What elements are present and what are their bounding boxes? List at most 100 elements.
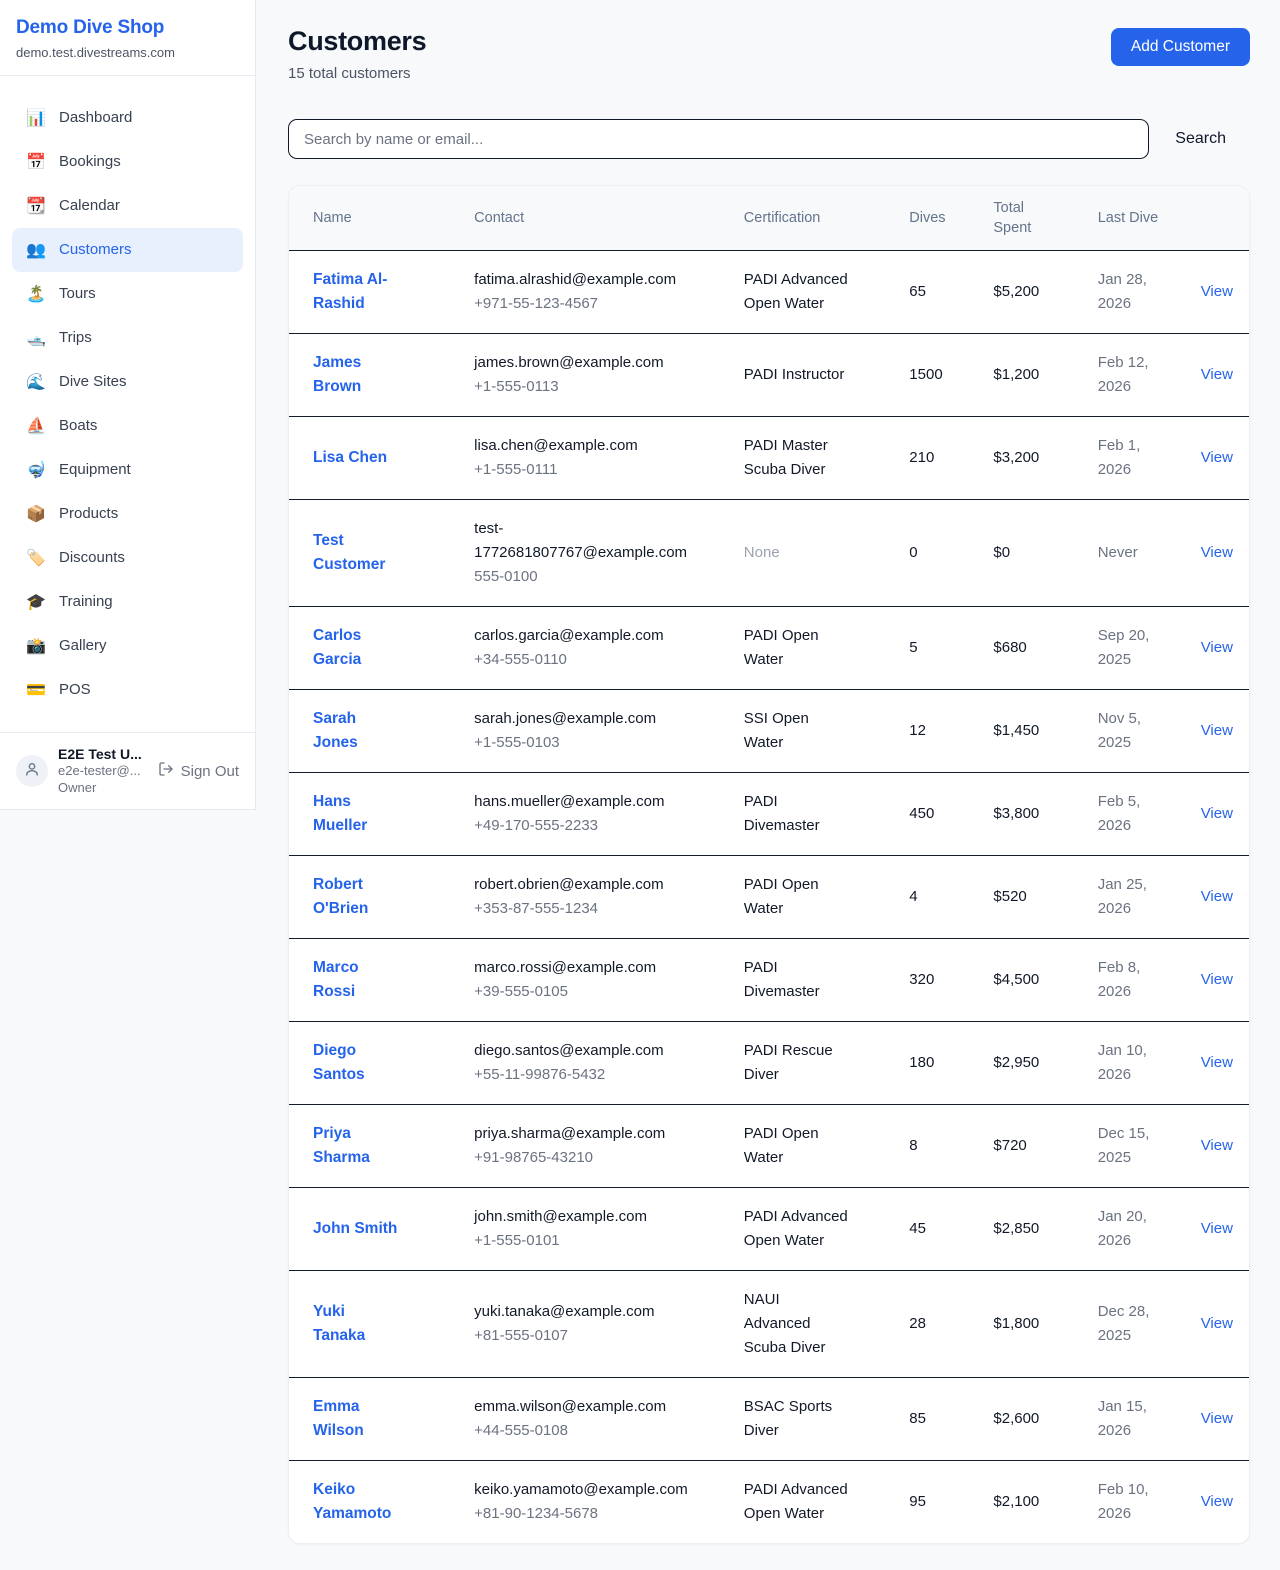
customer-certification: None <box>728 500 894 607</box>
table-row: Lisa Chen lisa.chen@example.com +1-555-0… <box>289 417 1249 500</box>
sidebar-nav: 📊 Dashboard 📅 Bookings 📆 Calendar 👥 Cust… <box>0 76 255 722</box>
customer-dives: 320 <box>893 939 977 1022</box>
user-name: E2E Test U... <box>58 746 148 762</box>
customer-phone: +1-555-0111 <box>474 458 688 482</box>
customer-last-dive: Jan 15, 2026 <box>1082 1378 1185 1461</box>
customer-certification: PADI Instructor <box>728 334 894 417</box>
sidebar-item-dive-sites[interactable]: 🌊 Dive Sites <box>12 360 243 404</box>
customer-total-spent: $2,950 <box>977 1022 1081 1105</box>
customer-last-dive: Feb 12, 2026 <box>1082 334 1185 417</box>
customer-name-link[interactable]: Keiko Yamamoto <box>313 1481 391 1522</box>
view-customer-link[interactable]: View <box>1201 1220 1233 1237</box>
page-subtitle: 15 total customers <box>288 65 426 82</box>
customer-name-link[interactable]: Carlos Garcia <box>313 627 361 668</box>
customer-name-link[interactable]: Test Customer <box>313 532 385 573</box>
sidebar-item-dashboard[interactable]: 📊 Dashboard <box>12 96 243 140</box>
customer-dives: 0 <box>893 500 977 607</box>
customer-phone: +91-98765-43210 <box>474 1146 688 1170</box>
customer-dives: 5 <box>893 607 977 690</box>
customer-dives: 180 <box>893 1022 977 1105</box>
customer-total-spent: $5,200 <box>977 251 1081 334</box>
user-block: E2E Test U... e2e-tester@... Owner <box>58 746 148 796</box>
customer-name-link[interactable]: James Brown <box>313 354 361 395</box>
customer-total-spent: $0 <box>977 500 1081 607</box>
table-row: Emma Wilson emma.wilson@example.com +44-… <box>289 1378 1249 1461</box>
avatar <box>16 755 48 787</box>
customer-name-link[interactable]: Marco Rossi <box>313 959 359 1000</box>
sidebar-item-customers[interactable]: 👥 Customers <box>12 228 243 272</box>
table-row: Marco Rossi marco.rossi@example.com +39-… <box>289 939 1249 1022</box>
customer-dives: 28 <box>893 1271 977 1378</box>
view-customer-link[interactable]: View <box>1201 1137 1233 1154</box>
sidebar-item-trips[interactable]: 🛥️ Trips <box>12 316 243 360</box>
table-row: James Brown james.brown@example.com +1-5… <box>289 334 1249 417</box>
customer-name-link[interactable]: Diego Santos <box>313 1042 365 1083</box>
view-customer-link[interactable]: View <box>1201 1054 1233 1071</box>
sidebar-item-training[interactable]: 🎓 Training <box>12 580 243 624</box>
view-customer-link[interactable]: View <box>1201 639 1233 656</box>
view-customer-link[interactable]: View <box>1201 1410 1233 1427</box>
view-customer-link[interactable]: View <box>1201 805 1233 822</box>
view-customer-link[interactable]: View <box>1201 544 1233 561</box>
sidebar-item-gallery[interactable]: 📸 Gallery <box>12 624 243 668</box>
view-customer-link[interactable]: View <box>1201 888 1233 905</box>
customer-phone: +44-555-0108 <box>474 1419 688 1443</box>
customer-email: emma.wilson@example.com <box>474 1395 688 1419</box>
customer-phone: +81-555-0107 <box>474 1324 688 1348</box>
customer-last-dive: Dec 28, 2025 <box>1082 1271 1185 1378</box>
customer-total-spent: $1,450 <box>977 690 1081 773</box>
customer-name-link[interactable]: Sarah Jones <box>313 710 358 751</box>
view-customer-link[interactable]: View <box>1201 1493 1233 1510</box>
view-customer-link[interactable]: View <box>1201 1315 1233 1332</box>
sidebar-item-tours[interactable]: 🏝️ Tours <box>12 272 243 316</box>
sidebar-item-calendar[interactable]: 📆 Calendar <box>12 184 243 228</box>
customer-certification: PADI Advanced Open Water <box>728 1461 894 1544</box>
sidebar-item-bookings[interactable]: 📅 Bookings <box>12 140 243 184</box>
search-button[interactable]: Search <box>1149 130 1250 148</box>
sidebar-footer: E2E Test U... e2e-tester@... Owner Sign … <box>0 732 255 809</box>
sidebar-item-pos[interactable]: 💳 POS <box>12 668 243 712</box>
sidebar-item-equipment[interactable]: 🤿 Equipment <box>12 448 243 492</box>
customer-total-spent: $2,100 <box>977 1461 1081 1544</box>
customer-certification: PADI Rescue Diver <box>728 1022 894 1105</box>
customer-email: keiko.yamamoto@example.com <box>474 1478 688 1502</box>
view-customer-link[interactable]: View <box>1201 971 1233 988</box>
customer-phone: +81-90-1234-5678 <box>474 1502 688 1526</box>
customer-name-link[interactable]: Yuki Tanaka <box>313 1303 365 1344</box>
customer-phone: +1-555-0113 <box>474 375 688 399</box>
column-header-dives: Dives <box>893 186 977 251</box>
view-customer-link[interactable]: View <box>1201 283 1233 300</box>
customer-name-link[interactable]: Lisa Chen <box>313 449 387 466</box>
add-customer-button[interactable]: Add Customer <box>1111 28 1250 66</box>
sign-out-button[interactable]: Sign Out <box>158 761 239 781</box>
customer-dives: 8 <box>893 1105 977 1188</box>
shop-domain: demo.test.divestreams.com <box>16 45 239 60</box>
customer-last-dive: Never <box>1082 500 1185 607</box>
customer-name-link[interactable]: Fatima Al-Rashid <box>313 271 387 312</box>
customer-certification: PADI Divemaster <box>728 773 894 856</box>
view-customer-link[interactable]: View <box>1201 366 1233 383</box>
customer-total-spent: $680 <box>977 607 1081 690</box>
customer-name-link[interactable]: Robert O'Brien <box>313 876 368 917</box>
customer-name-link[interactable]: Priya Sharma <box>313 1125 370 1166</box>
customer-dives: 450 <box>893 773 977 856</box>
page-title: Customers <box>288 26 426 57</box>
customer-phone: +1-555-0103 <box>474 731 688 755</box>
sidebar-item-products[interactable]: 📦 Products <box>12 492 243 536</box>
sidebar-item-boats[interactable]: ⛵ Boats <box>12 404 243 448</box>
view-customer-link[interactable]: View <box>1201 449 1233 466</box>
customer-total-spent: $520 <box>977 856 1081 939</box>
wave-icon: 🌊 <box>26 370 46 394</box>
search-input[interactable] <box>288 119 1149 159</box>
customer-name-link[interactable]: John Smith <box>313 1220 397 1237</box>
view-customer-link[interactable]: View <box>1201 722 1233 739</box>
customer-name-link[interactable]: Emma Wilson <box>313 1398 364 1439</box>
sidebar-item-discounts[interactable]: 🏷️ Discounts <box>12 536 243 580</box>
person-icon <box>24 761 40 782</box>
customer-total-spent: $3,800 <box>977 773 1081 856</box>
customer-email: lisa.chen@example.com <box>474 434 688 458</box>
customer-certification: PADI Advanced Open Water <box>728 251 894 334</box>
customer-name-link[interactable]: Hans Mueller <box>313 793 367 834</box>
table-row: Test Customer test-1772681807767@example… <box>289 500 1249 607</box>
customer-phone: +1-555-0101 <box>474 1229 688 1253</box>
